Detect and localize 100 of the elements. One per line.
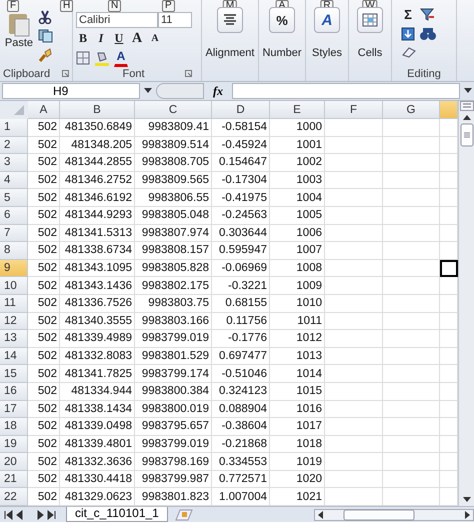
- align-lines-icon[interactable]: [223, 14, 237, 26]
- column-header[interactable]: D: [212, 101, 270, 119]
- table-cell: [325, 312, 383, 330]
- row-header[interactable]: 12: [0, 312, 28, 330]
- table-cell: [325, 418, 383, 436]
- fill-color-icon[interactable]: [94, 50, 110, 66]
- dialog-launcher-icon[interactable]: [184, 70, 192, 77]
- column-header[interactable]: F: [325, 101, 383, 119]
- table-cell: 481346.6192: [60, 189, 135, 207]
- keytip-badge: H: [60, 0, 74, 12]
- table-cell: 1000: [270, 119, 325, 137]
- row-header[interactable]: 15: [0, 365, 28, 383]
- underline-button[interactable]: U: [112, 30, 126, 48]
- table-cell: 9983807.974: [135, 224, 212, 242]
- row-header[interactable]: 13: [0, 330, 28, 348]
- table-cell: 502: [28, 154, 60, 172]
- cut-icon[interactable]: [38, 10, 52, 24]
- fill-down-icon[interactable]: [401, 27, 415, 41]
- row-header[interactable]: 8: [0, 242, 28, 260]
- borders-icon[interactable]: [76, 50, 90, 64]
- font-name-field[interactable]: Calibri: [76, 12, 158, 28]
- table-cell: 1020: [270, 470, 325, 488]
- scroll-thumb[interactable]: [460, 123, 474, 147]
- row-header[interactable]: 3: [0, 154, 28, 172]
- sort-filter-icon[interactable]: [419, 7, 435, 21]
- table-cell: [325, 365, 383, 383]
- table-cell: 481338.6734: [60, 242, 135, 260]
- table-cell: 9983809.514: [135, 136, 212, 154]
- row-header[interactable]: 21: [0, 470, 28, 488]
- row-header[interactable]: 5: [0, 189, 28, 207]
- insert-function-button[interactable]: fx: [208, 84, 228, 98]
- binoculars-icon[interactable]: [419, 27, 437, 41]
- table-cell: 1003: [270, 172, 325, 190]
- row-header[interactable]: 16: [0, 382, 28, 400]
- table-cell: [383, 136, 440, 154]
- table-cell: 9983798.169: [135, 453, 212, 471]
- split-handle-icon[interactable]: [460, 101, 474, 111]
- table-cell: 1013: [270, 348, 325, 366]
- row-header[interactable]: 1: [0, 119, 28, 137]
- name-box[interactable]: H9: [2, 83, 140, 99]
- table-cell: 502: [28, 312, 60, 330]
- row-header[interactable]: 14: [0, 348, 28, 366]
- row-header[interactable]: 9: [0, 260, 28, 278]
- grow-font-button[interactable]: A: [130, 30, 144, 48]
- table-cell: 9983803.75: [135, 294, 212, 313]
- font-color-button[interactable]: A: [114, 48, 128, 66]
- row-header[interactable]: 6: [0, 206, 28, 225]
- row-header[interactable]: 2: [0, 136, 28, 154]
- italic-button[interactable]: I: [94, 30, 108, 48]
- autosum-button[interactable]: Σ: [401, 5, 415, 23]
- table-cell: [383, 365, 440, 383]
- horizontal-scrollbar[interactable]: [314, 508, 474, 521]
- table-cell: 1002: [270, 154, 325, 172]
- row-header[interactable]: 10: [0, 277, 28, 295]
- table-cell: 502: [28, 453, 60, 471]
- table-cell: 1017: [270, 418, 325, 436]
- grid-icon[interactable]: [362, 13, 378, 27]
- row-header[interactable]: 4: [0, 172, 28, 190]
- table-cell: 502: [28, 400, 60, 418]
- table-cell: 502: [28, 365, 60, 383]
- table-cell: [383, 470, 440, 488]
- dialog-launcher-icon[interactable]: [62, 70, 69, 77]
- table-cell: [325, 330, 383, 348]
- table-cell: -0.38604: [212, 418, 270, 436]
- table-cell: [325, 277, 383, 295]
- table-cell: 481339.0498: [60, 418, 135, 436]
- row-header[interactable]: 20: [0, 453, 28, 471]
- shrink-font-button[interactable]: A: [148, 30, 162, 48]
- table-cell: 502: [28, 470, 60, 488]
- paste-button[interactable]: Paste: [3, 10, 35, 50]
- row-header[interactable]: 18: [0, 418, 28, 436]
- eraser-icon[interactable]: [401, 46, 417, 58]
- column-header[interactable]: A: [28, 101, 60, 119]
- column-header[interactable]: C: [135, 101, 212, 119]
- table-cell: 0.68155: [212, 294, 270, 313]
- column-header[interactable]: E: [270, 101, 325, 119]
- expand-caret-icon[interactable]: [464, 88, 472, 94]
- formula-field[interactable]: [232, 83, 460, 99]
- bold-button[interactable]: B: [76, 30, 90, 48]
- row-header[interactable]: 19: [0, 436, 28, 454]
- table-cell: 481343.1436: [60, 277, 135, 295]
- table-cell: 9983800.019: [135, 400, 212, 418]
- column-header[interactable]: G: [383, 101, 440, 119]
- table-cell: 9983808.705: [135, 154, 212, 172]
- row-header[interactable]: 22: [0, 488, 28, 506]
- row-header[interactable]: 7: [0, 224, 28, 242]
- font-size-field[interactable]: 11: [158, 12, 192, 28]
- sheet-tab[interactable]: cit_c_110101_1: [66, 507, 168, 522]
- keytip-badge: P: [162, 0, 175, 12]
- brush-icon[interactable]: [38, 48, 52, 62]
- row-header[interactable]: 11: [0, 294, 28, 313]
- table-cell: 1007: [270, 242, 325, 260]
- table-cell: 0.154647: [212, 154, 270, 172]
- row-header[interactable]: 17: [0, 400, 28, 418]
- table-cell: [325, 470, 383, 488]
- column-header[interactable]: B: [60, 101, 135, 119]
- table-cell: [325, 136, 383, 154]
- table-cell: 0.303644: [212, 224, 270, 242]
- dropdown-caret-icon[interactable]: [144, 88, 152, 94]
- clipboard-icon[interactable]: [7, 11, 31, 37]
